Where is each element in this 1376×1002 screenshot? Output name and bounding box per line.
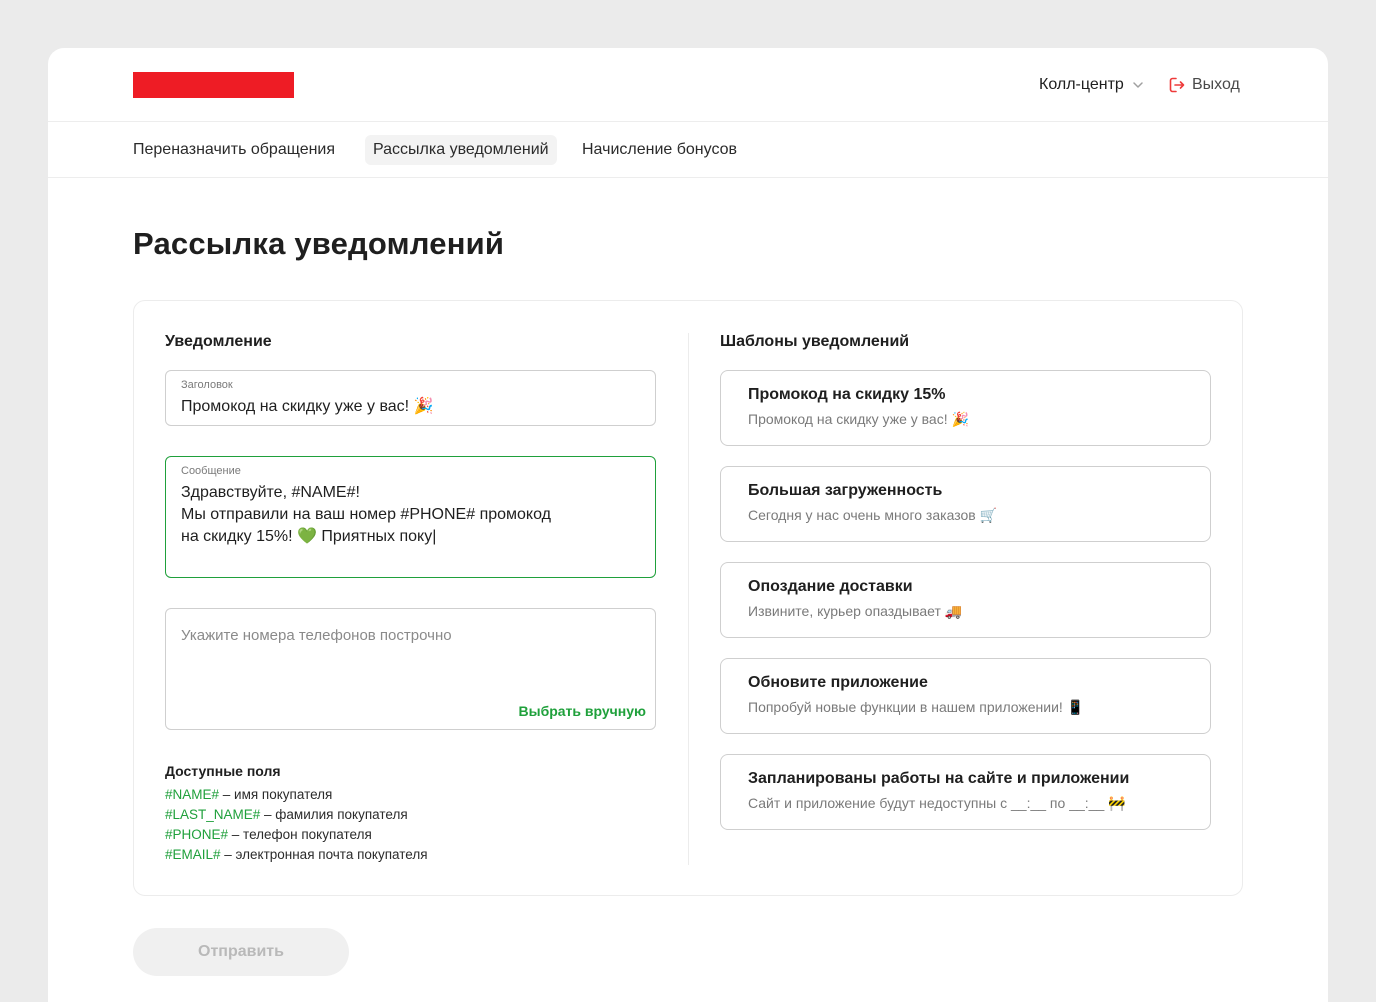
template-card[interactable]: Обновите приложение Попробуй новые функц… — [720, 658, 1211, 734]
page-title: Рассылка уведомлений — [133, 226, 505, 261]
template-card[interactable]: Опоздание доставки Извините, курьер опаз… — [720, 562, 1211, 638]
field-tag: #NAME# — [165, 787, 220, 802]
nav-item-reassign[interactable]: Переназначить обращения — [125, 135, 343, 165]
message-field-value: Здравствуйте, #NAME#! Мы отправили на ва… — [181, 484, 551, 545]
available-fields-title: Доступные поля — [165, 763, 281, 779]
role-select-label: Колл-центр — [1039, 76, 1124, 93]
template-title: Опоздание доставки — [748, 578, 913, 595]
available-field-row: #NAME# – имя покупателя — [165, 785, 428, 805]
field-desc: – электронная почта покупателя — [220, 847, 428, 862]
available-field-row: #EMAIL# – электронная почта покупателя — [165, 845, 428, 865]
column-divider — [688, 333, 689, 865]
chevron-down-icon — [1133, 82, 1143, 88]
notification-card: Уведомление Заголовок Промокод на скидку… — [133, 300, 1243, 896]
nav-item-notifications[interactable]: Рассылка уведомлений — [365, 135, 557, 165]
template-text: Сайт и приложение будут недоступны с __:… — [748, 795, 1126, 811]
available-field-row: #PHONE# – телефон покупателя — [165, 825, 428, 845]
template-title: Запланированы работы на сайте и приложен… — [748, 770, 1130, 787]
pick-manually-link[interactable]: Выбрать вручную — [519, 703, 647, 719]
title-field-value: Промокод на скидку уже у вас! 🎉 — [181, 398, 434, 415]
field-desc: – фамилия покупателя — [260, 807, 408, 822]
top-nav: Переназначить обращения Рассылка уведомл… — [48, 122, 1328, 178]
logout-icon — [1169, 77, 1185, 93]
title-field-label: Заголовок — [181, 379, 233, 391]
phones-field-placeholder: Укажите номера телефонов построчно — [181, 627, 452, 644]
field-tag: #EMAIL# — [165, 847, 221, 862]
message-field-label: Сообщение — [181, 465, 241, 477]
template-text: Попробуй новые функции в нашем приложени… — [748, 699, 1085, 715]
template-text: Извините, курьер опаздывает 🚚 — [748, 603, 963, 619]
message-field[interactable]: Сообщение Здравствуйте, #NAME#! Мы отпра… — [165, 456, 656, 578]
field-tag: #LAST_NAME# — [165, 807, 261, 822]
templates-section-title: Шаблоны уведомлений — [720, 333, 910, 350]
title-field[interactable]: Заголовок Промокод на скидку уже у вас! … — [165, 370, 656, 426]
nav-item-bonuses[interactable]: Начисление бонусов — [574, 135, 745, 165]
phones-field[interactable]: Укажите номера телефонов построчно Выбра… — [165, 608, 656, 730]
available-fields-list: #NAME# – имя покупателя #LAST_NAME# – фа… — [165, 785, 428, 865]
template-card[interactable]: Большая загруженность Сегодня у нас очен… — [720, 466, 1211, 542]
template-title: Обновите приложение — [748, 674, 928, 691]
brand-logo[interactable] — [133, 72, 294, 98]
logout-label: Выход — [1192, 76, 1240, 93]
available-field-row: #LAST_NAME# – фамилия покупателя — [165, 805, 428, 825]
template-title: Промокод на скидку 15% — [748, 386, 946, 403]
field-desc: – телефон покупателя — [228, 827, 372, 842]
template-title: Большая загруженность — [748, 482, 943, 499]
template-text: Промокод на скидку уже у вас! 🎉 — [748, 411, 969, 427]
logout-button[interactable]: Выход — [1168, 74, 1240, 96]
app-window: Колл-центр Выход Переназначить обращения… — [48, 48, 1328, 1002]
field-desc: – имя покупателя — [219, 787, 333, 802]
send-button[interactable]: Отправить — [133, 928, 349, 976]
notification-section-title: Уведомление — [165, 333, 272, 350]
template-card[interactable]: Запланированы работы на сайте и приложен… — [720, 754, 1211, 830]
field-tag: #PHONE# — [165, 827, 229, 842]
template-text: Сегодня у нас очень много заказов 🛒 — [748, 507, 998, 523]
header: Колл-центр Выход — [48, 48, 1328, 122]
template-card[interactable]: Промокод на скидку 15% Промокод на скидк… — [720, 370, 1211, 446]
role-select[interactable]: Колл-центр — [1039, 74, 1144, 96]
